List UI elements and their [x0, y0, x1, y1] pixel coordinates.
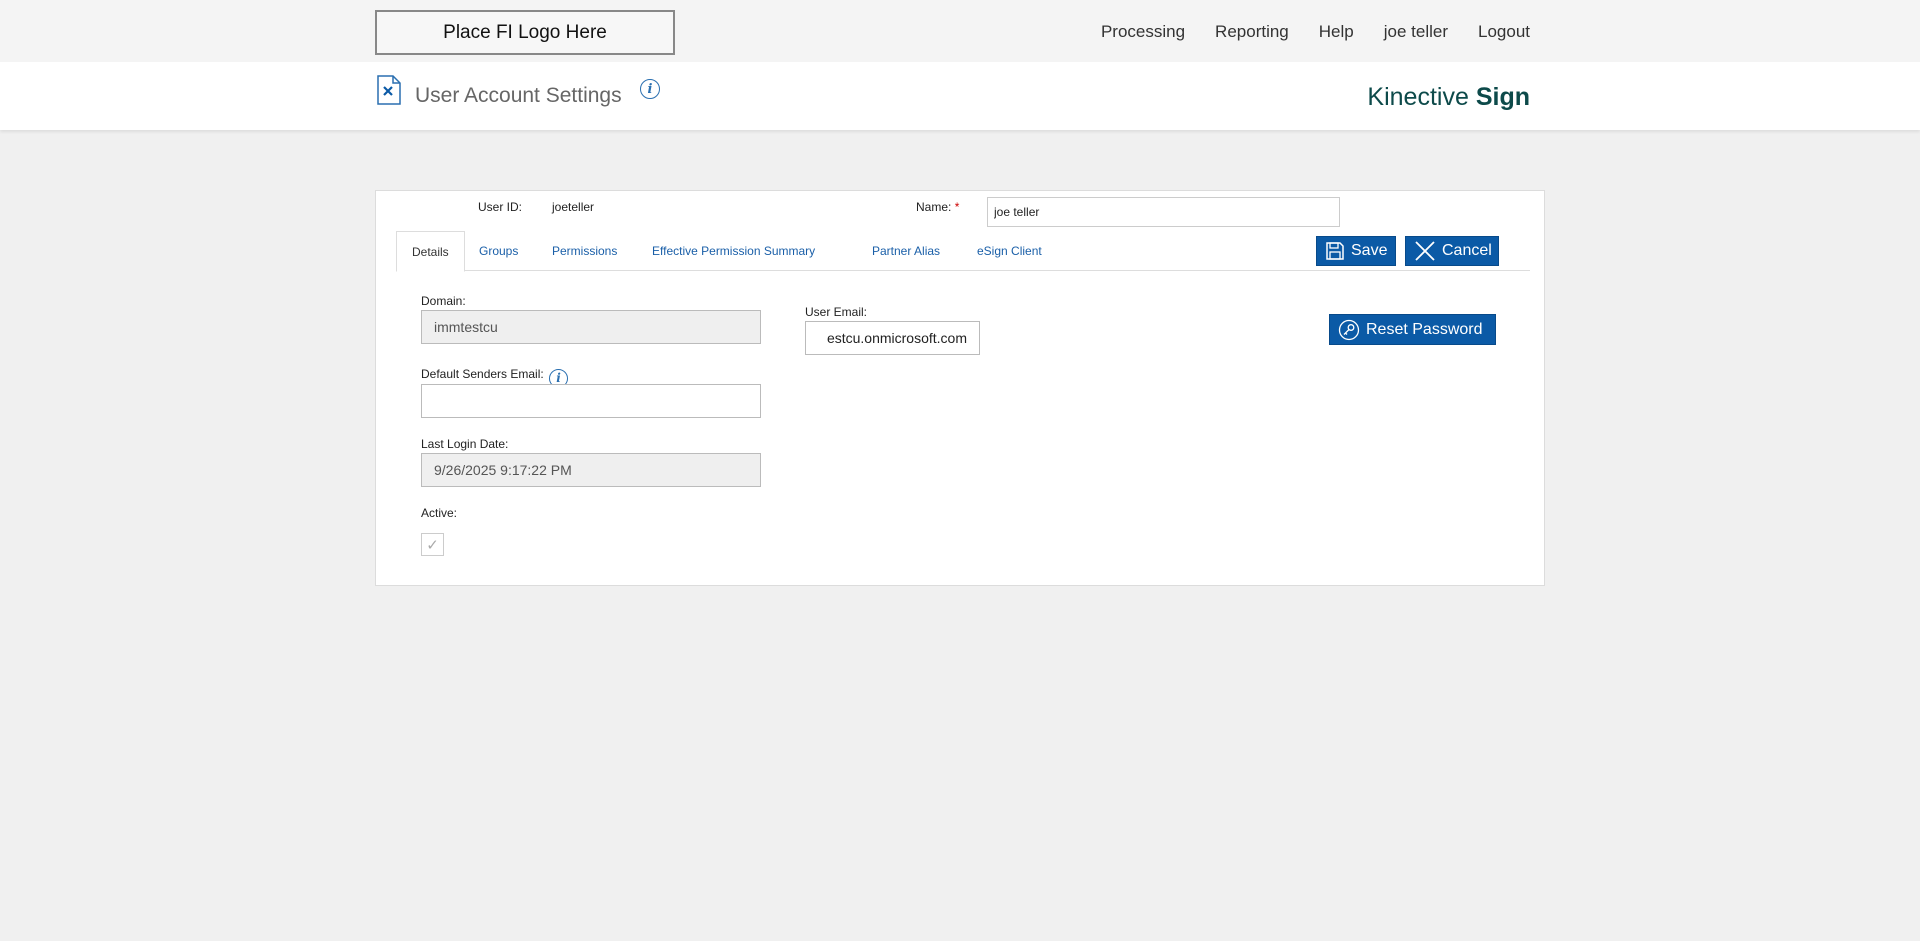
title-bar: User Account Settings i Kinective Sign	[0, 62, 1920, 130]
reset-password-label: Reset Password	[1366, 320, 1483, 338]
active-checkbox[interactable]: ✓	[421, 533, 444, 556]
reset-password-button[interactable]: Reset Password	[1329, 314, 1496, 345]
top-nav: Processing Reporting Help joe teller Log…	[1101, 22, 1530, 42]
name-field[interactable]	[987, 197, 1340, 227]
tab-groups[interactable]: Groups	[464, 231, 533, 271]
nav-reporting[interactable]: Reporting	[1215, 22, 1289, 42]
user-id-label: User ID:	[478, 200, 523, 214]
top-bar: Place FI Logo Here Processing Reporting …	[0, 0, 1920, 62]
name-label: Name: *	[916, 200, 960, 214]
brand-logo: Kinective Sign	[1367, 83, 1530, 111]
floppy-disk-icon	[1326, 242, 1344, 260]
tab-details[interactable]: Details	[396, 231, 465, 272]
fi-logo-placeholder: Place FI Logo Here	[375, 10, 675, 55]
save-label: Save	[1351, 242, 1388, 259]
nav-help[interactable]: Help	[1319, 22, 1354, 42]
page-title: User Account Settings	[415, 84, 622, 107]
last-login-date-field	[421, 453, 761, 487]
domain-field	[421, 310, 761, 344]
user-email-field[interactable]	[805, 321, 980, 355]
active-label: Active:	[421, 506, 458, 520]
default-senders-email-field[interactable]	[421, 384, 761, 418]
user-settings-document-icon	[377, 75, 401, 105]
domain-label: Domain:	[421, 294, 466, 308]
checkmark-icon: ✓	[426, 536, 439, 554]
key-icon	[1338, 319, 1360, 340]
info-icon[interactable]: i	[640, 79, 660, 99]
required-marker: *	[954, 200, 960, 214]
tab-partner-alias[interactable]: Partner Alias	[857, 231, 955, 271]
nav-user-menu[interactable]: joe teller	[1384, 22, 1448, 42]
tab-esign-client[interactable]: eSign Client	[962, 231, 1057, 271]
user-account-panel: User ID: joeteller Name: * Details Group…	[375, 190, 1545, 586]
nav-processing[interactable]: Processing	[1101, 22, 1185, 42]
user-email-label: User Email:	[805, 305, 868, 319]
tab-permissions[interactable]: Permissions	[537, 231, 632, 271]
tab-effective-permission-summary[interactable]: Effective Permission Summary	[637, 231, 830, 271]
last-login-date-label: Last Login Date:	[421, 437, 509, 451]
cancel-label: Cancel	[1442, 242, 1492, 259]
close-icon	[1415, 241, 1435, 261]
save-button[interactable]: Save	[1316, 236, 1396, 266]
user-id-value: joeteller	[552, 200, 595, 214]
cancel-button[interactable]: Cancel	[1405, 236, 1499, 266]
nav-logout[interactable]: Logout	[1478, 22, 1530, 42]
